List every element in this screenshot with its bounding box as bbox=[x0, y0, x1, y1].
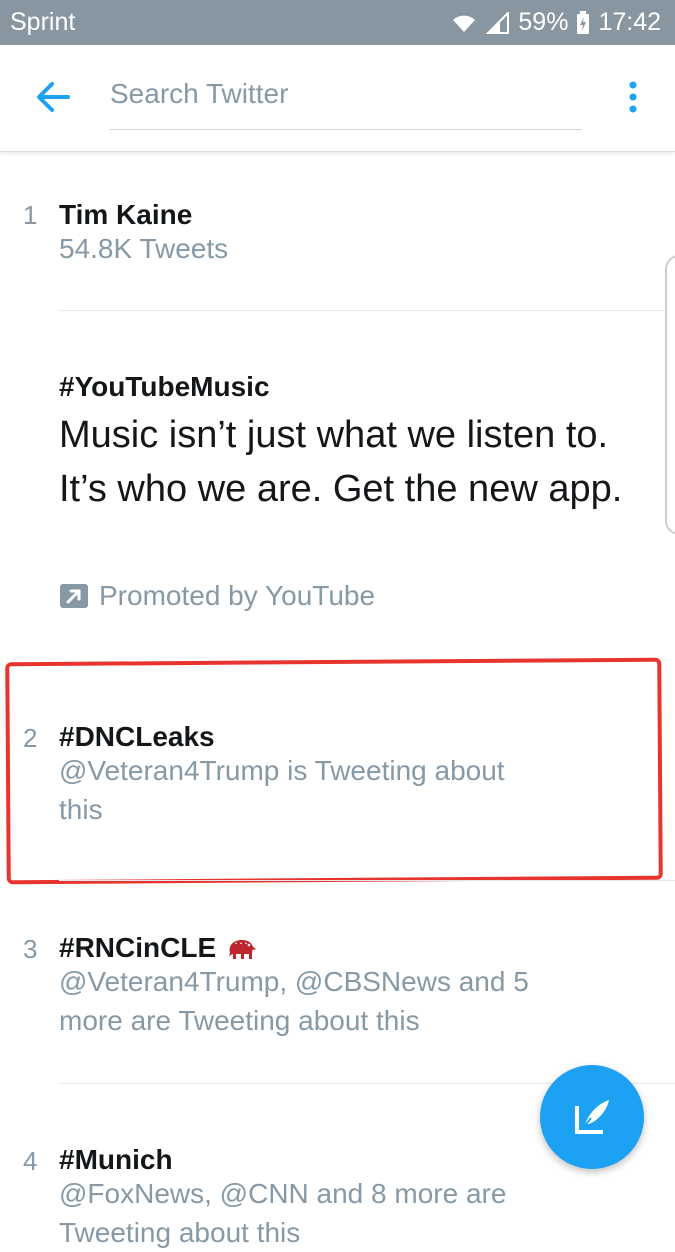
carrier-label: Sprint bbox=[10, 8, 76, 36]
trend-title-text: #RNCinCLE bbox=[59, 932, 217, 963]
trend-title: #RNCinCLE bbox=[59, 932, 258, 964]
compose-tweet-icon bbox=[575, 1100, 609, 1134]
trend-rank: 2 bbox=[23, 723, 38, 753]
back-button[interactable] bbox=[34, 79, 72, 115]
promoted-by-label: Promoted by YouTube bbox=[99, 580, 376, 611]
search-input[interactable] bbox=[110, 71, 582, 130]
wifi-icon bbox=[453, 15, 476, 32]
trend-tweet-count: 54.8K Tweets bbox=[59, 233, 229, 264]
edge-panel-handle[interactable] bbox=[665, 255, 675, 535]
divider bbox=[59, 310, 675, 311]
promoted-arrow-icon bbox=[60, 584, 88, 608]
trend-title: #YouTubeMusic bbox=[59, 371, 270, 402]
clock: 17:42 bbox=[598, 8, 661, 36]
trend-rank: 3 bbox=[23, 934, 38, 964]
status-bar: Sprint 59% 17:42 bbox=[0, 0, 675, 45]
promoted-description: Music isn’t just what we listen to. It’s… bbox=[59, 414, 623, 510]
divider bbox=[59, 880, 675, 881]
compose-tweet-button[interactable] bbox=[540, 1065, 644, 1169]
trend-rank: 1 bbox=[23, 200, 38, 230]
status-icons: 59% 17:42 bbox=[450, 8, 661, 37]
trend-title: Tim Kaine bbox=[59, 199, 193, 230]
search-header bbox=[0, 45, 675, 152]
promoted-by-line: Promoted by YouTube bbox=[59, 580, 375, 612]
more-vertical-icon bbox=[629, 81, 637, 113]
battery-percent: 59% bbox=[518, 8, 569, 36]
signal-icon bbox=[486, 11, 510, 34]
trend-context: @FoxNews, @CNN and 8 more are Tweeting a… bbox=[59, 1178, 507, 1248]
trend-title: #Munich bbox=[59, 1144, 173, 1175]
overflow-menu-button[interactable] bbox=[620, 79, 646, 119]
trend-title: #DNCLeaks bbox=[59, 721, 215, 752]
elephant-icon bbox=[228, 940, 256, 959]
battery-charging-icon bbox=[577, 10, 590, 34]
arrow-left-icon bbox=[37, 82, 70, 112]
trend-context: @Veteran4Trump, @CBSNews and 5 more are … bbox=[59, 966, 529, 1036]
trend-context: @Veteran4Trump is Tweeting about this bbox=[59, 755, 505, 825]
trend-rank: 4 bbox=[23, 1146, 38, 1176]
